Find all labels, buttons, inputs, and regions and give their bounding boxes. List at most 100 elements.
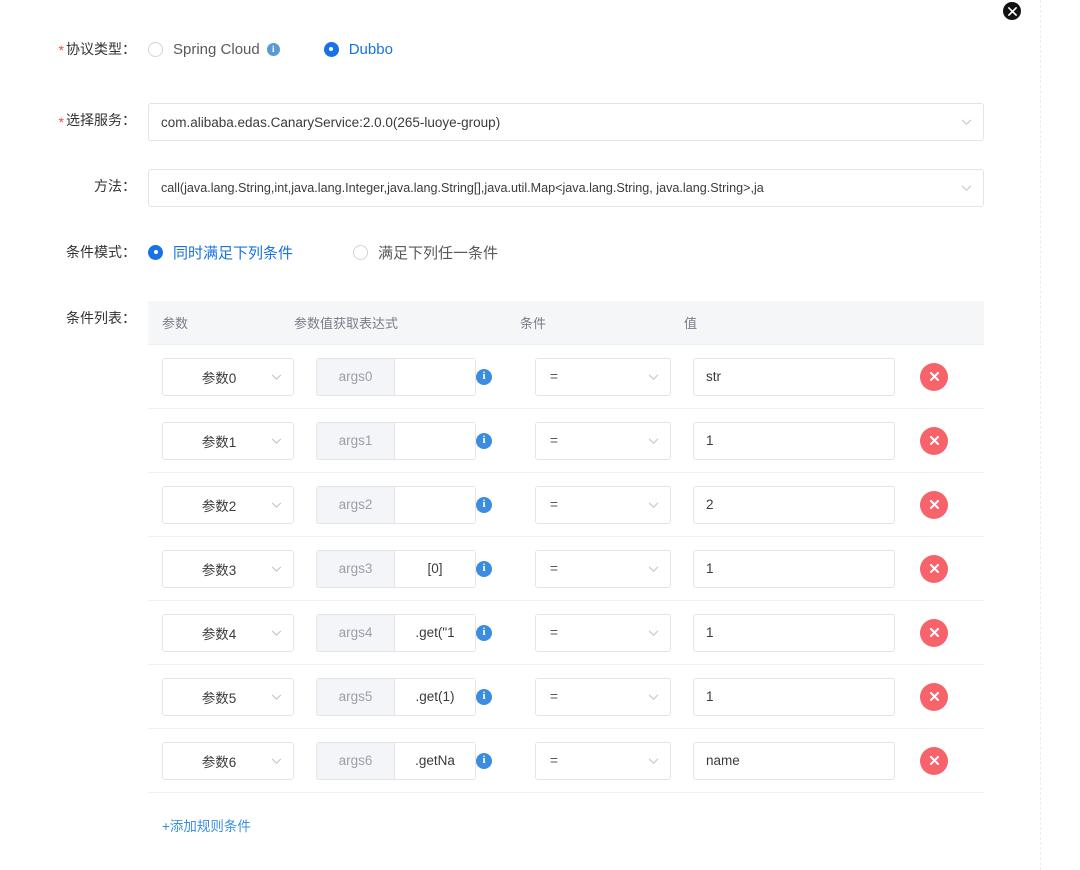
operator-select[interactable]: =	[535, 421, 671, 460]
cell-param: 参数2	[162, 485, 294, 524]
info-icon[interactable]: i	[476, 624, 492, 641]
cell-value	[693, 613, 895, 652]
operator-select[interactable]: =	[535, 485, 671, 524]
value-input[interactable]	[693, 613, 895, 652]
expression-input[interactable]	[395, 742, 475, 779]
info-icon[interactable]: i	[476, 752, 492, 769]
table-row: 参数1 args1 i =	[148, 409, 984, 474]
info-icon[interactable]: i	[476, 560, 492, 577]
chevron-down-icon	[648, 691, 659, 702]
radio-indicator-spring-cloud	[148, 41, 163, 57]
info-icon[interactable]: i	[476, 496, 492, 513]
value-input[interactable]	[693, 677, 895, 716]
cell-param: 参数6	[162, 741, 294, 780]
info-icon[interactable]: i	[476, 688, 492, 705]
column-header-value: 值	[684, 316, 698, 332]
expression-prefix-addon: args6	[317, 742, 395, 779]
operator-select-value: =	[550, 433, 558, 449]
chevron-down-icon	[271, 435, 282, 446]
cell-param: 参数5	[162, 677, 294, 716]
expression-input[interactable]	[395, 614, 475, 651]
condition-list-control: 参数 参数值获取表达式 条件 值 参数0args0i=参数1args1i=参数2…	[148, 301, 1040, 836]
value-input[interactable]	[693, 549, 895, 588]
param-select[interactable]: 参数1	[162, 421, 294, 460]
form-row-protocol: * 协议类型： Spring Cloud i Dubbo	[0, 32, 1040, 67]
chevron-down-icon	[648, 627, 659, 638]
cell-value	[693, 421, 895, 460]
param-select-value: 参数2	[201, 498, 237, 514]
cell-expression: args6 i	[316, 741, 512, 780]
value-input[interactable]	[693, 357, 895, 396]
cell-delete	[895, 682, 984, 711]
param-select-value: 参数5	[201, 690, 237, 706]
delete-icon[interactable]	[920, 682, 948, 711]
radio-dubbo[interactable]: Dubbo	[323, 40, 393, 58]
operator-select[interactable]: =	[535, 549, 671, 588]
table-body: 参数0 args0 i = 参数1 args1 i = 参数2 args2 i = 参数3 args3 i =…	[148, 345, 984, 794]
service-select[interactable]: com.alibaba.edas.CanaryService:2.0.0(265…	[148, 103, 984, 142]
operator-select[interactable]: =	[535, 613, 671, 652]
operator-select-value: =	[550, 369, 558, 385]
operator-select[interactable]: =	[535, 357, 671, 396]
protocol-label-text: 协议类型：	[66, 41, 136, 57]
expression-prefix-addon: args2	[317, 486, 395, 523]
cell-operator: =	[535, 357, 671, 396]
chevron-down-icon	[961, 117, 972, 128]
expression-input[interactable]	[395, 422, 475, 459]
param-select-value: 参数4	[201, 626, 237, 642]
chevron-down-icon	[648, 371, 659, 382]
value-input[interactable]	[693, 485, 895, 524]
cell-delete	[895, 554, 984, 583]
cell-value	[693, 677, 895, 716]
info-icon[interactable]: i	[476, 368, 492, 385]
operator-select[interactable]: =	[535, 741, 671, 780]
expression-input[interactable]	[395, 550, 475, 587]
param-select[interactable]: 参数2	[162, 485, 294, 524]
expression-input-group: args3	[316, 549, 476, 588]
service-select-value: com.alibaba.edas.CanaryService:2.0.0(265…	[161, 114, 501, 130]
method-select[interactable]: call(java.lang.String,int,java.lang.Inte…	[148, 169, 984, 208]
table-row: 参数0 args0 i =	[148, 345, 984, 410]
param-select[interactable]: 参数4	[162, 613, 294, 652]
param-select[interactable]: 参数6	[162, 741, 294, 780]
column-header-param: 参数	[162, 316, 189, 332]
operator-select[interactable]: =	[535, 677, 671, 716]
protocol-control: Spring Cloud i Dubbo	[148, 32, 1040, 66]
param-select[interactable]: 参数0	[162, 357, 294, 396]
delete-icon[interactable]	[920, 618, 948, 647]
cell-expression: args3 i	[316, 549, 512, 588]
add-rule-condition-link[interactable]: +添加规则条件	[162, 815, 251, 835]
radio-label-dubbo: Dubbo	[348, 40, 393, 58]
param-select-value: 参数6	[201, 754, 237, 770]
expression-input[interactable]	[395, 486, 475, 523]
delete-icon[interactable]	[920, 362, 948, 391]
radio-match-any[interactable]: 满足下列任一条件	[353, 242, 498, 263]
delete-icon[interactable]	[920, 490, 948, 519]
cell-operator: =	[535, 549, 671, 588]
table-row: 参数6 args6 i =	[148, 729, 984, 794]
expression-input[interactable]	[395, 678, 475, 715]
delete-icon[interactable]	[920, 746, 948, 775]
expression-prefix-addon: args5	[317, 678, 395, 715]
expression-input[interactable]	[395, 358, 475, 395]
value-input[interactable]	[693, 421, 895, 460]
expression-prefix-addon: args0	[317, 358, 395, 395]
radio-spring-cloud[interactable]: Spring Cloud i	[148, 41, 280, 58]
info-icon[interactable]: i	[266, 42, 280, 56]
param-select[interactable]: 参数5	[162, 677, 294, 716]
chevron-down-icon	[648, 755, 659, 766]
value-input[interactable]	[693, 741, 895, 780]
delete-icon[interactable]	[920, 554, 948, 583]
radio-label-spring-cloud: Spring Cloud	[173, 40, 260, 58]
conditions-table: 参数 参数值获取表达式 条件 值 参数0args0i=参数1args1i=参数2…	[148, 301, 984, 836]
expression-prefix-addon: args1	[317, 422, 395, 459]
cell-expression: args2 i	[316, 485, 512, 524]
radio-match-all[interactable]: 同时满足下列条件	[148, 242, 293, 263]
protocol-radio-group: Spring Cloud i Dubbo	[148, 32, 1040, 66]
param-select[interactable]: 参数3	[162, 549, 294, 588]
delete-icon[interactable]	[920, 426, 948, 455]
chevron-down-icon	[271, 627, 282, 638]
info-icon[interactable]: i	[476, 432, 492, 449]
cell-operator: =	[535, 613, 671, 652]
expression-prefix-addon: args4	[317, 614, 395, 651]
